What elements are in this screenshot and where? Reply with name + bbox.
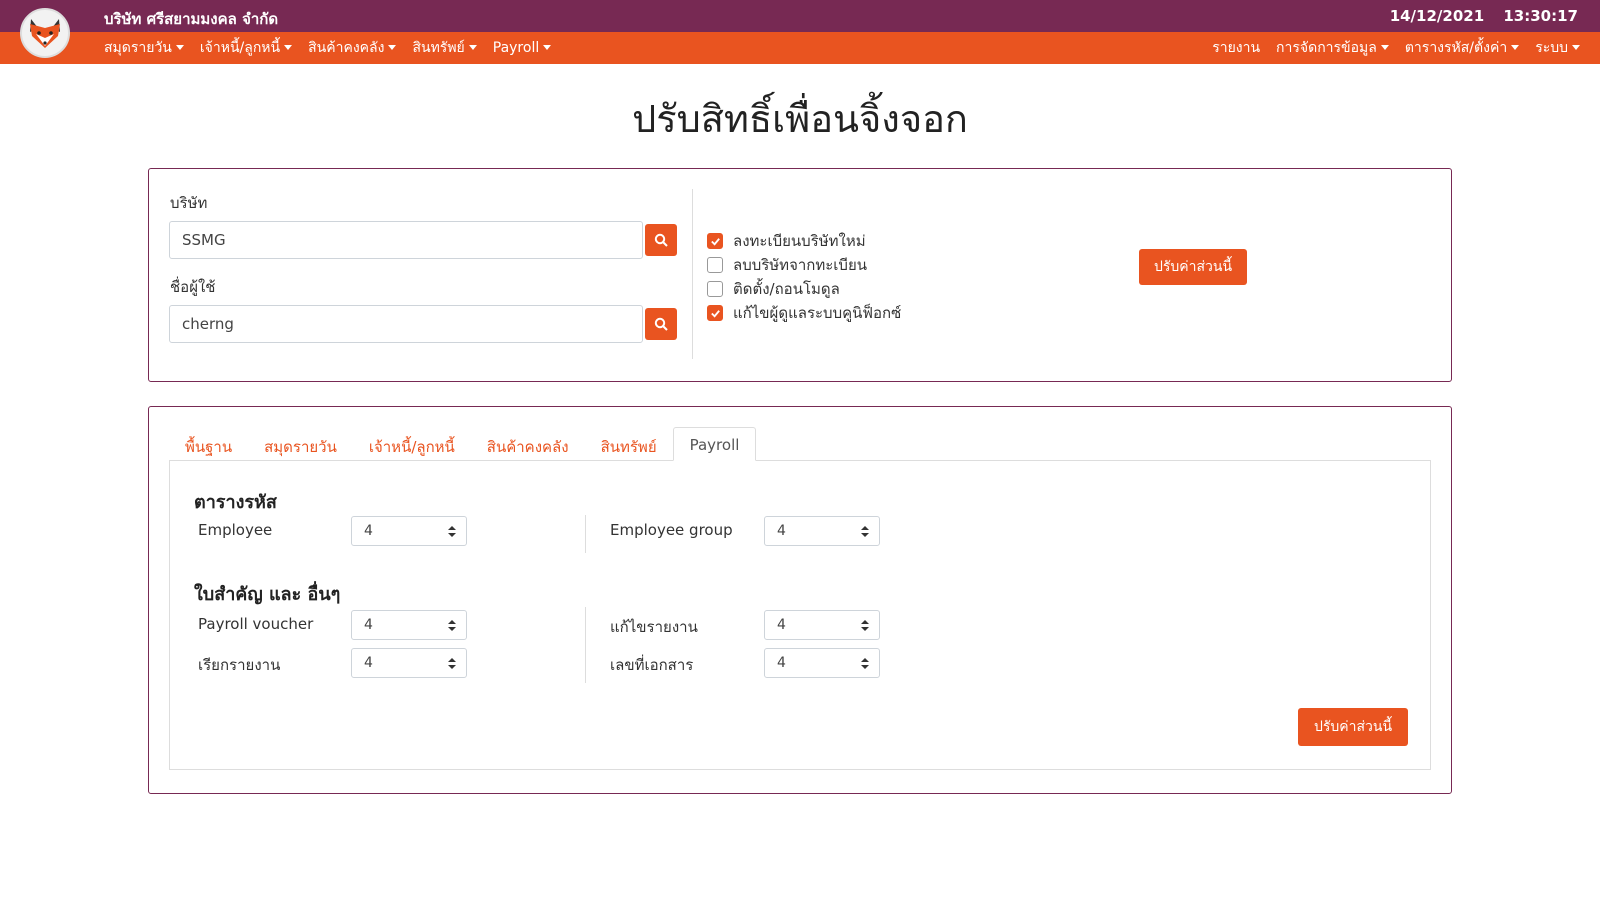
row-label-call-report: เรียกรายงาน: [198, 656, 281, 674]
nav-item-label: การจัดการข้อมูล: [1276, 40, 1377, 56]
checkbox-remove-company[interactable]: ลบบริษัทจากทะเบียน: [707, 253, 867, 277]
row-label-employee: Employee: [198, 521, 273, 539]
apply-section-button[interactable]: ปรับค่าส่วนนี้: [1139, 249, 1247, 285]
tab-assets[interactable]: สินทรัพย์: [585, 427, 673, 461]
checkbox-edit-admin[interactable]: แก้ไขผู้ดูแลระบบคูนิฟ็อกซ์: [707, 301, 901, 325]
checkbox-checked-icon[interactable]: [707, 305, 723, 321]
select-value: 4: [364, 523, 373, 539]
caret-down-icon: [284, 45, 293, 50]
column-divider: [585, 515, 586, 553]
nav-item-reports[interactable]: รายงาน: [1212, 37, 1260, 59]
user-search-button[interactable]: [645, 308, 677, 340]
company-input[interactable]: SSMG: [169, 221, 643, 259]
select-arrows-icon: [448, 526, 456, 538]
nav-item-label: สินทรัพย์: [412, 40, 465, 56]
tab-journal[interactable]: สมุดรายวัน: [248, 427, 353, 461]
page-title: ปรับสิทธิ์เพื่อนจิ้งจอก: [632, 97, 968, 141]
select-document-number[interactable]: 4: [764, 648, 880, 678]
search-icon: [654, 317, 668, 331]
row-label-employee-group: Employee group: [610, 521, 733, 539]
caret-down-icon: [1511, 45, 1520, 50]
tab-payroll[interactable]: Payroll: [672, 427, 757, 461]
select-payroll-voucher[interactable]: 4: [351, 610, 467, 640]
module-tabs: พื้นฐาน สมุดรายวัน เจ้าหนี้/ลูกหนี้ สินค…: [169, 427, 757, 461]
nav-right: รายงาน การจัดการข้อมูล ตารางรหัส/ตั้งค่า…: [1196, 32, 1580, 64]
caret-down-icon: [543, 45, 552, 50]
nav-item-assets[interactable]: สินทรัพย์: [412, 37, 477, 59]
user-field-label: ชื่อผู้ใช้: [170, 278, 216, 296]
row-label-edit-report: แก้ไขรายงาน: [610, 618, 698, 636]
nav-item-system[interactable]: ระบบ: [1535, 37, 1580, 59]
nav-item-label: สินค้าคงคลัง: [308, 40, 385, 56]
nav-item-label: Payroll: [492, 40, 540, 56]
nav-item-label: ระบบ: [1535, 40, 1568, 56]
apply-payroll-button[interactable]: ปรับค่าส่วนนี้: [1298, 708, 1408, 746]
caret-down-icon: [1572, 45, 1580, 50]
select-arrows-icon: [448, 620, 456, 632]
select-arrows-icon: [861, 658, 869, 670]
company-field-label: บริษัท: [170, 194, 208, 212]
select-call-report[interactable]: 4: [351, 648, 467, 678]
select-arrows-icon: [861, 620, 869, 632]
module-permission-panel: พื้นฐาน สมุดรายวัน เจ้าหนี้/ลูกหนี้ สินค…: [148, 406, 1452, 794]
caret-down-icon: [175, 45, 184, 50]
checkbox-label: ลบบริษัทจากทะเบียน: [733, 256, 867, 274]
nav-item-data-management[interactable]: การจัดการข้อมูล: [1276, 37, 1389, 59]
current-time: 13:30:17: [1503, 7, 1578, 25]
nav-item-label: สมุดรายวัน: [104, 40, 172, 56]
select-value: 4: [777, 523, 786, 539]
nav-item-ap-ar[interactable]: เจ้าหนี้/ลูกหนี้: [199, 37, 293, 59]
panel-divider: [692, 189, 693, 359]
checkbox-install-module[interactable]: ติดตั้ง/ถอนโมดูล: [707, 277, 840, 301]
caret-down-icon: [388, 45, 397, 50]
checkbox-label: ลงทะเบียนบริษัทใหม่: [733, 232, 866, 250]
checkbox-label: ติดตั้ง/ถอนโมดูล: [733, 280, 840, 298]
tab-ap-ar[interactable]: เจ้าหนี้/ลูกหนี้: [353, 427, 471, 461]
caret-down-icon: [1380, 45, 1389, 50]
select-value: 4: [777, 617, 786, 633]
select-edit-report[interactable]: 4: [764, 610, 880, 640]
tab-inventory[interactable]: สินค้าคงคลัง: [471, 427, 585, 461]
select-value: 4: [777, 655, 786, 671]
nav-left: สมุดรายวัน เจ้าหนี้/ลูกหนี้ สินค้าคงคลัง…: [104, 32, 567, 64]
current-date: 14/12/2021: [1389, 7, 1485, 25]
column-divider: [585, 607, 586, 683]
select-employee[interactable]: 4: [351, 516, 467, 546]
nav-item-label: เจ้าหนี้/ลูกหนี้: [199, 40, 281, 56]
select-arrows-icon: [861, 526, 869, 538]
main-navbar: สมุดรายวัน เจ้าหนี้/ลูกหนี้ สินค้าคงคลัง…: [0, 32, 1600, 64]
checkbox-unchecked-icon[interactable]: [707, 281, 723, 297]
nav-item-label: รายงาน: [1212, 40, 1261, 56]
checkbox-checked-icon[interactable]: [707, 233, 723, 249]
payroll-tab-content: ตารางรหัส Employee 4 Employee group 4 ใบ…: [169, 460, 1431, 770]
nav-item-inventory[interactable]: สินค้าคงคลัง: [308, 37, 397, 59]
user-input[interactable]: cherng: [169, 305, 643, 343]
datetime: 14/12/2021 13:30:17: [1376, 7, 1578, 25]
row-label-payroll-voucher: Payroll voucher: [198, 615, 314, 633]
top-bar: บริษัท ศรีสยามมงคล จำกัด 14/12/2021 13:3…: [0, 0, 1600, 32]
row-label-document-number: เลขที่เอกสาร: [610, 656, 694, 674]
select-value: 4: [364, 655, 373, 671]
checkbox-unchecked-icon[interactable]: [707, 257, 723, 273]
company-search-button[interactable]: [645, 224, 677, 256]
select-arrows-icon: [448, 658, 456, 670]
tab-basic[interactable]: พื้นฐาน: [169, 427, 248, 461]
nav-item-journal[interactable]: สมุดรายวัน: [104, 37, 184, 59]
caret-down-icon: [468, 45, 477, 50]
section-title-vouchers: ใบสำคัญ และ อื่นๆ: [194, 584, 341, 605]
section-title-code-tables: ตารางรหัส: [194, 492, 277, 513]
user-permission-panel: บริษัท SSMG ชื่อผู้ใช้ cherng ลงทะเบียนบ…: [148, 168, 1452, 382]
checkbox-label: แก้ไขผู้ดูแลระบบคูนิฟ็อกซ์: [733, 304, 902, 322]
nav-item-code-tables[interactable]: ตารางรหัส/ตั้งค่า: [1404, 37, 1520, 59]
select-employee-group[interactable]: 4: [764, 516, 880, 546]
checkbox-register-company[interactable]: ลงทะเบียนบริษัทใหม่: [707, 229, 866, 253]
nav-item-payroll[interactable]: Payroll: [492, 40, 552, 56]
search-icon: [654, 233, 668, 247]
nav-item-label: ตารางรหัส/ตั้งค่า: [1404, 40, 1508, 56]
fox-logo-icon[interactable]: [20, 8, 70, 58]
select-value: 4: [364, 617, 373, 633]
company-name: บริษัท ศรีสยามมงคล จำกัด: [104, 10, 279, 28]
